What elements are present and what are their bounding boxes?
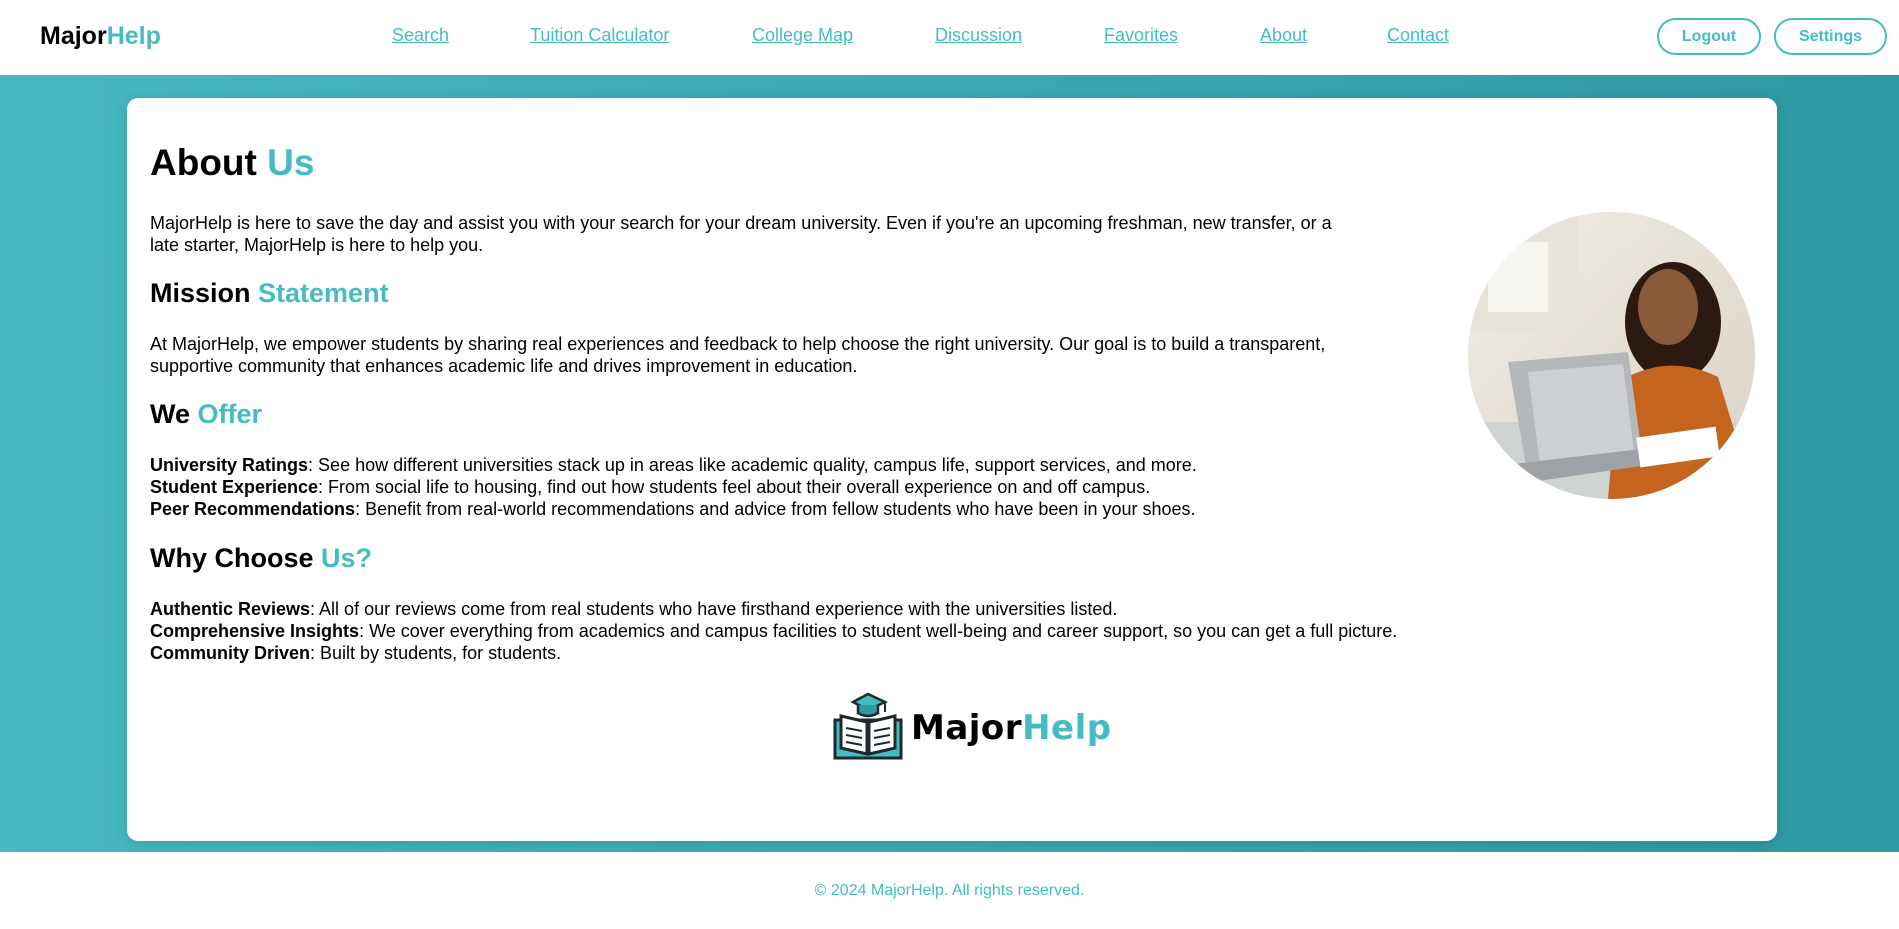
nav-link-tuition-calculator[interactable]: Tuition Calculator [530, 25, 669, 46]
offer-text: : Benefit from real-world recommendation… [355, 499, 1196, 519]
why-label: Comprehensive Insights [150, 621, 360, 641]
majorhelp-logo: MajorHelp [831, 690, 1111, 762]
why-text: : We cover everything from academics and… [359, 621, 1398, 641]
student-photo [1468, 212, 1755, 499]
intro-text: MajorHelp is here to save the day and as… [150, 213, 1332, 255]
why-label: Authentic Reviews [150, 599, 311, 619]
footer: © 2024 MajorHelp. All rights reserved. [0, 852, 1899, 929]
list-item: Authentic Reviews: All of our reviews co… [150, 598, 1450, 620]
why-text: : All of our reviews come from real stud… [310, 599, 1118, 619]
offer-heading: We Offer [150, 399, 262, 430]
offer-text: : From social life to housing, find out … [318, 477, 1151, 497]
main-nav: Search Tuition Calculator College Map Di… [0, 25, 1899, 49]
title-accent: Us [267, 142, 315, 183]
title-main: About [150, 142, 257, 183]
offer-label: Peer Recommendations [150, 499, 356, 519]
offer-label: Student Experience [150, 477, 319, 497]
logo-text: MajorHelp [911, 708, 1112, 748]
offer-accent: Offer [197, 399, 263, 429]
nav-link-search[interactable]: Search [392, 25, 449, 46]
why-text: : Built by students, for students. [310, 643, 562, 663]
settings-button[interactable]: Settings [1774, 18, 1887, 55]
top-nav-bar: MajorHelp Search Tuition Calculator Coll… [0, 0, 1899, 75]
logout-button[interactable]: Logout [1657, 18, 1761, 55]
page-title: About Us [150, 142, 314, 184]
nav-link-about[interactable]: About [1260, 25, 1307, 46]
why-heading: Why Choose Us? [150, 543, 372, 574]
nav-link-college-map[interactable]: College Map [752, 25, 853, 46]
logo-text-accent: Help [1022, 708, 1112, 748]
why-label: Community Driven [150, 643, 311, 663]
mission-accent: Statement [258, 278, 389, 308]
offer-text: : See how different universities stack u… [308, 455, 1197, 475]
nav-link-contact[interactable]: Contact [1387, 25, 1449, 46]
list-item: Comprehensive Insights: We cover everyth… [150, 620, 1450, 642]
mission-text: At MajorHelp, we empower students by sha… [150, 334, 1326, 376]
logo-text-main: Major [911, 708, 1023, 748]
about-card: About Us MajorHelp is here to save the d… [127, 98, 1777, 841]
mission-main: Mission [150, 278, 251, 308]
why-accent: Us? [321, 543, 373, 573]
why-main: Why Choose [150, 543, 314, 573]
list-item: Student Experience: From social life to … [150, 476, 1350, 498]
offer-main: We [150, 399, 191, 429]
list-item: Community Driven: Built by students, for… [150, 642, 1450, 664]
offer-label: University Ratings [150, 455, 309, 475]
nav-link-discussion[interactable]: Discussion [935, 25, 1022, 46]
mission-heading: Mission Statement [150, 278, 389, 309]
nav-link-favorites[interactable]: Favorites [1104, 25, 1178, 46]
offer-list: University Ratings: See how different un… [150, 454, 1350, 520]
book-graduation-cap-icon [833, 692, 903, 760]
copyright-text: © 2024 MajorHelp. All rights reserved. [814, 882, 1085, 899]
list-item: University Ratings: See how different un… [150, 454, 1350, 476]
why-list: Authentic Reviews: All of our reviews co… [150, 598, 1450, 664]
list-item: Peer Recommendations: Benefit from real-… [150, 498, 1350, 520]
